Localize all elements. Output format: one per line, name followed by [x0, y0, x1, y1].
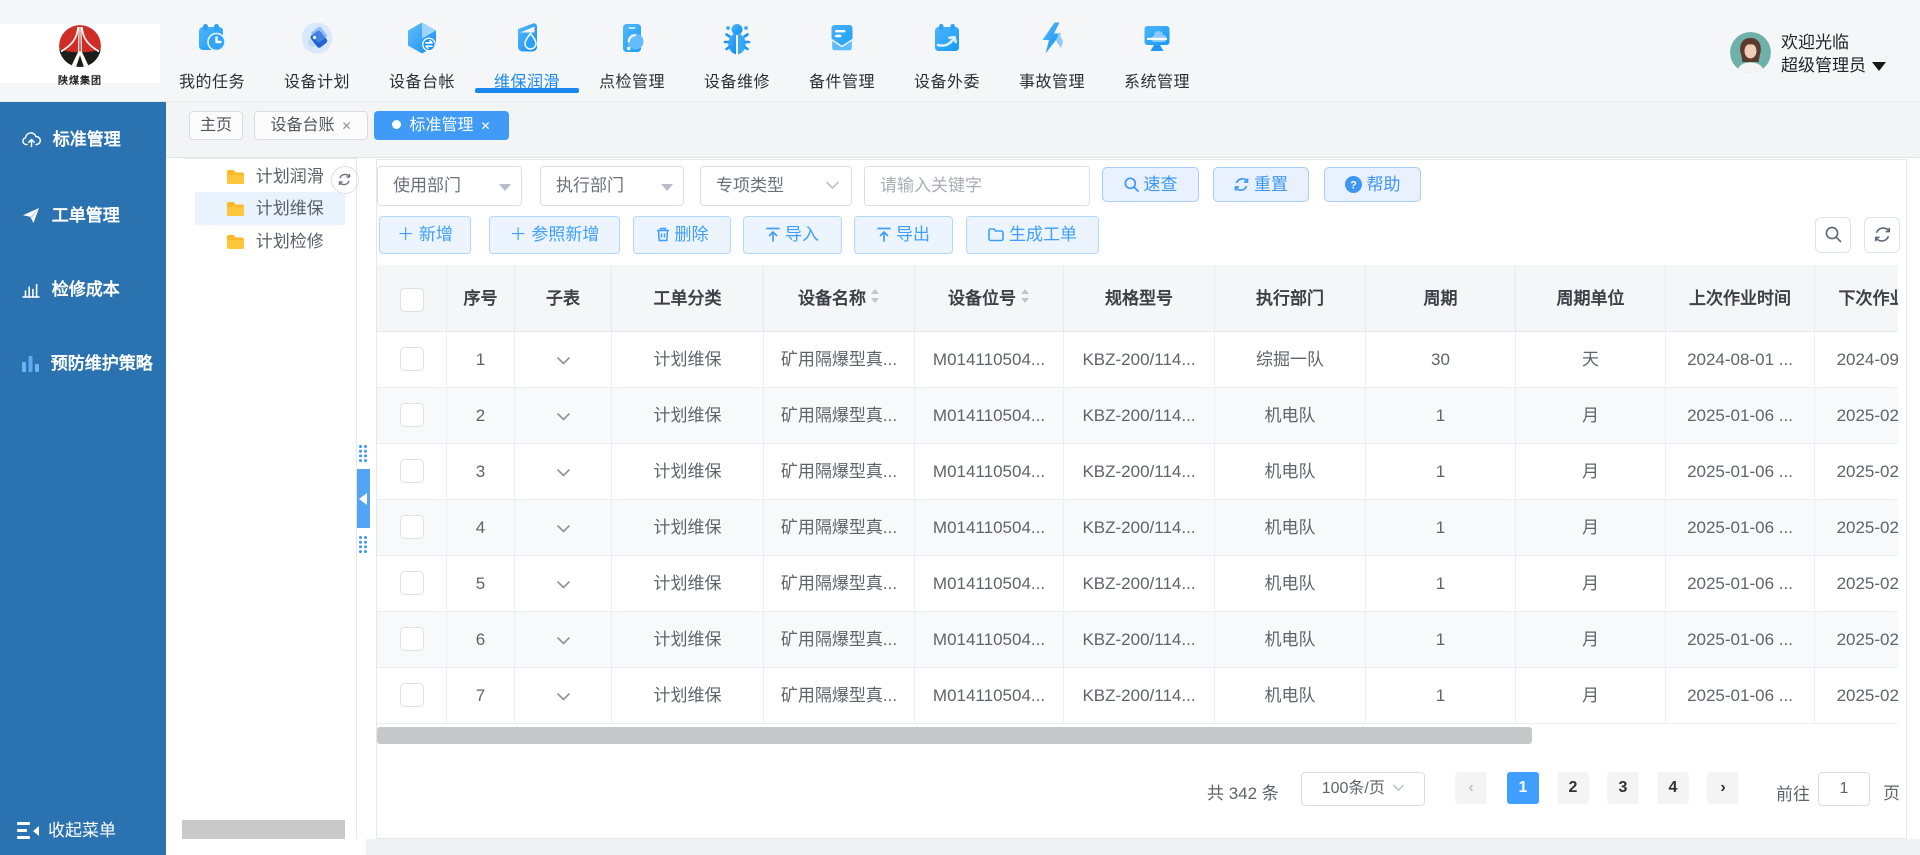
svg-text:?: ? — [1350, 180, 1357, 192]
